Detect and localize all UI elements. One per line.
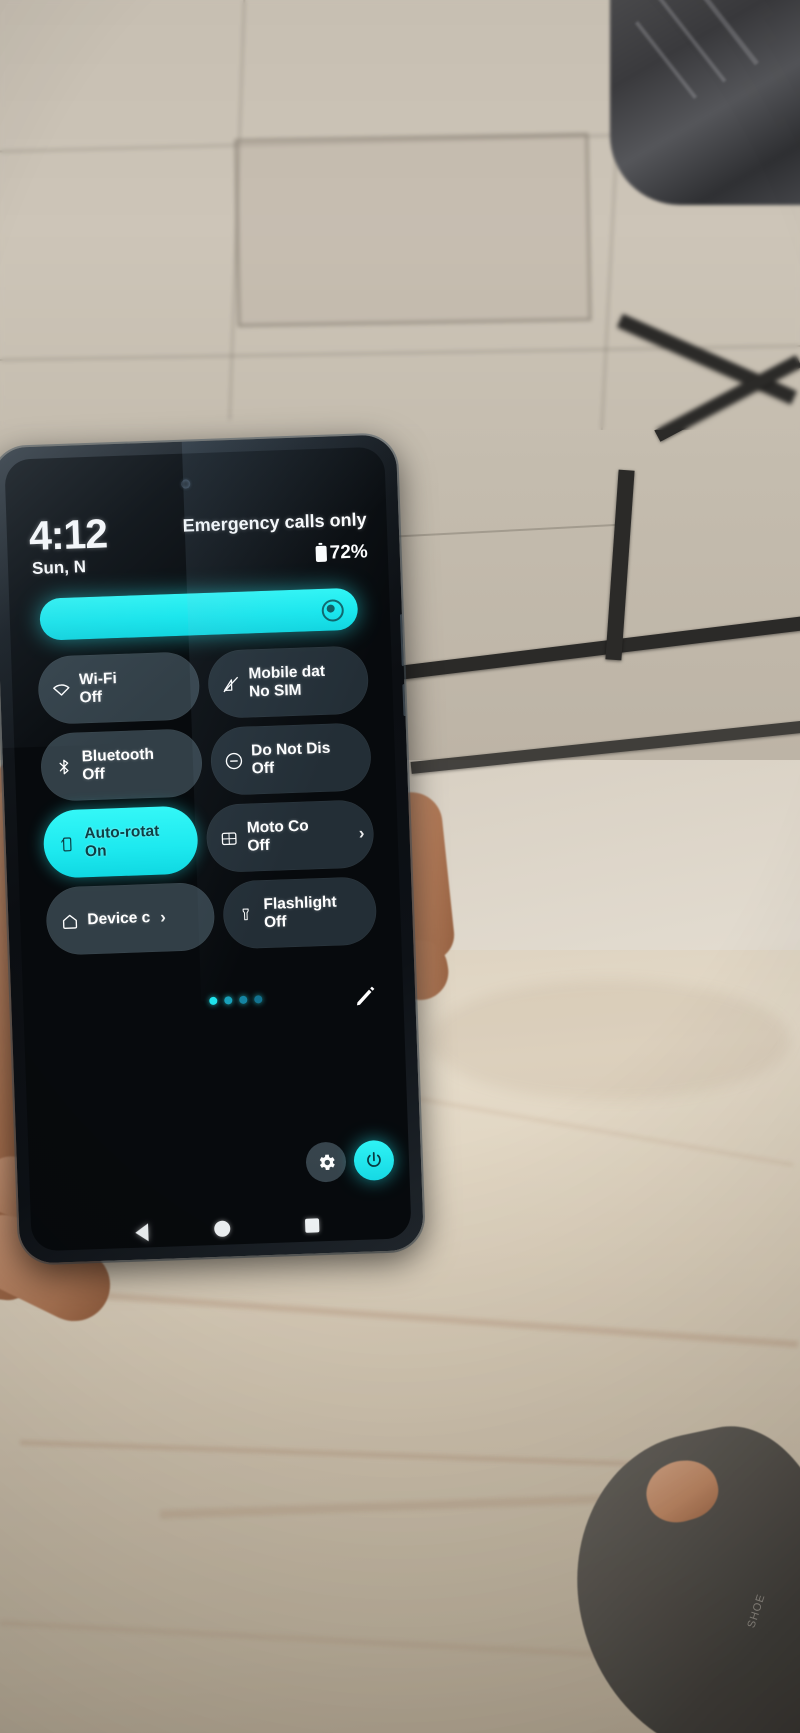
tile-device-controls[interactable]: Device c › [45,881,216,956]
flashlight-icon [234,903,257,926]
tile-title: Moto Co [246,817,310,837]
page-dot[interactable] [224,996,233,1005]
tile-wifi[interactable]: Wi-Fi Off [37,651,200,725]
tile-row: Device c › Flashlight Off [45,876,378,956]
chevron-right-icon[interactable]: › [359,824,365,844]
back-triangle-icon[interactable] [135,1223,149,1242]
tile-state: Off [82,765,106,784]
tile-row: Bluetooth Off Do Not Dis Off [39,722,373,802]
tile-state: No SIM [248,681,302,701]
recents-square-icon[interactable] [304,1218,320,1233]
moto-connect-icon [218,827,241,850]
tile-row: Auto-rotat On Moto Co Off › [42,799,375,879]
wifi-icon [50,679,73,702]
battery-status: 72% [315,541,368,565]
battery-icon [315,545,328,563]
tile-title: Wi-Fi [78,670,118,689]
tile-title: Device c [87,909,151,929]
power-icon[interactable] [353,1139,395,1182]
pencil-edit-icon[interactable] [353,983,378,1008]
gear-icon[interactable] [305,1141,347,1183]
tile-state: On [84,842,107,861]
auto-rotate-icon [55,833,78,856]
tile-mobile-data[interactable]: Mobile dat No SIM [206,645,370,719]
clock-time[interactable]: 4:12 [28,510,108,560]
smartphone-device: 4:12 Sun, N Emergency calls only 72% Wi-… [0,434,425,1264]
tile-row: Wi-Fi Off Mobile dat No SIM [37,645,370,725]
phone-screen[interactable]: 4:12 Sun, N Emergency calls only 72% Wi-… [4,446,412,1252]
photo-scene: SHOE 4:12 Sun, N Emergency calls only 72… [0,0,800,1733]
tile-state: Off [263,913,287,932]
home-circle-icon[interactable] [213,1220,231,1238]
page-indicator [209,995,263,1006]
brightness-slider[interactable] [39,587,359,641]
do-not-disturb-icon [222,750,245,773]
quick-settings-footer [28,1139,410,1212]
page-dot[interactable] [254,995,263,1004]
home-icon [58,910,81,933]
battery-percent: 72% [329,541,369,564]
tile-bluetooth[interactable]: Bluetooth Off [39,728,203,802]
page-dot[interactable] [239,995,248,1004]
tile-state: Off [79,688,103,707]
quick-settings-tiles: Wi-Fi Off Mobile dat No SIM Bluetooth Of… [37,645,378,964]
page-dot-active[interactable] [209,996,218,1006]
chevron-right-icon[interactable]: › [160,908,166,928]
marble-vein [430,980,790,1100]
carrier-label: Emergency calls only [182,509,367,536]
mobile-data-off-icon [219,673,242,696]
tile-flashlight[interactable]: Flashlight Off [221,876,378,950]
tile-auto-rotate[interactable]: Auto-rotat On [42,805,199,879]
tile-state: Off [251,759,275,778]
tile-do-not-disturb[interactable]: Do Not Dis Off [209,722,373,796]
quick-settings-header: 4:12 Sun, N Emergency calls only 72% [28,505,370,583]
clock-date[interactable]: Sun, N [32,557,87,579]
bluetooth-icon [53,756,76,779]
auto-brightness-icon[interactable] [321,599,345,622]
tile-state: Off [247,836,271,855]
front-camera-icon [181,479,191,489]
cloth-object [610,0,800,205]
tile-moto-connect[interactable]: Moto Co Off › [204,799,375,874]
navigation-bar [31,1208,412,1251]
